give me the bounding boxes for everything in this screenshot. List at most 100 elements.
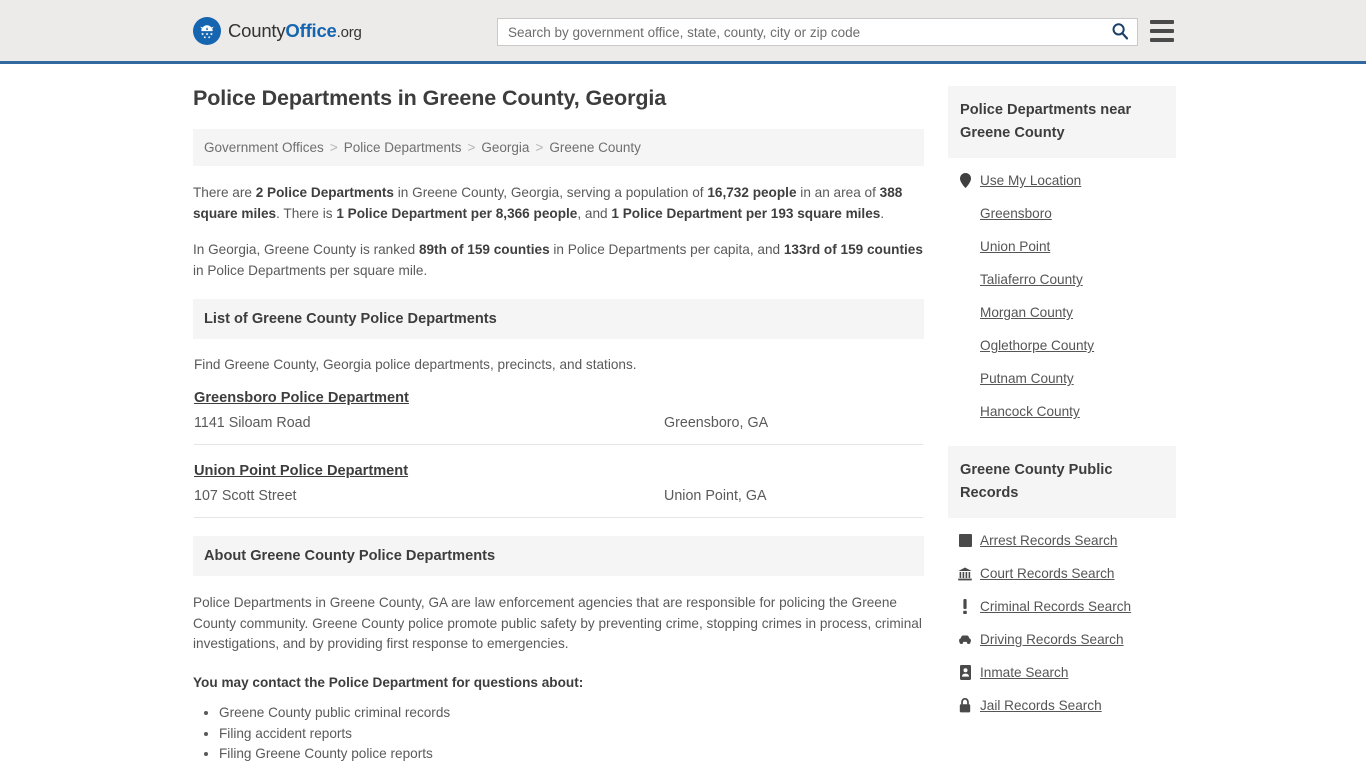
site-header: CountyOffice.org [0,0,1366,64]
breadcrumb-separator: > [329,140,338,155]
about-bullet-list: Greene County public criminal recordsFil… [193,703,924,768]
intro-p2-seg-3: in Police Departments per capita, and [549,242,784,257]
nearby-department-item[interactable]: Oglethorpe County [948,329,1176,362]
breadcrumb-item-2[interactable]: Police Departments [344,140,462,155]
intro-p1-seg-8: 1 Police Department per 8,366 people [336,205,578,221]
eagle-seal-icon [193,16,221,45]
intro-statistics: There are 2 Police Departments in Greene… [193,183,924,281]
nearby-department-link[interactable]: Union Point [980,239,1050,254]
nearby-department-link[interactable]: Taliaferro County [980,272,1083,287]
hamburger-bar-1 [1150,20,1174,24]
map-pin-icon [958,173,972,188]
police-department-link[interactable]: Greensboro Police Department [194,390,409,406]
intro-p1-seg-11: . [880,205,885,221]
intro-p2-seg-5: in Police Departments per square mile. [193,262,428,278]
nearby-department-link[interactable]: Morgan County [980,305,1073,320]
listing-city-state: Union Point, GA [664,488,767,504]
intro-p2-seg-1: In Georgia, Greene County is ranked [193,242,419,257]
search-icon [1111,22,1129,43]
nearby-department-item[interactable]: Union Point [948,230,1176,263]
public-record-link[interactable]: Inmate Search [980,665,1068,680]
page-title: Police Departments in Greene County, Geo… [193,86,667,110]
search-button[interactable] [1103,19,1137,45]
public-record-item[interactable]: Inmate Search [948,656,1176,689]
list-section-heading: List of Greene County Police Departments [193,299,924,339]
intro-p1-seg-5: in an area of [796,185,880,200]
about-bullet-item: Greene County public criminal records [219,703,924,724]
public-record-link[interactable]: Jail Records Search [980,698,1102,713]
nearby-departments-list: Use My Location Greensboro Union Point Tali… [948,158,1176,428]
public-record-item[interactable]: Arrest Records Search [948,524,1176,557]
id-card-icon [958,665,972,680]
listing-city-state: Greensboro, GA [664,415,769,431]
about-bullet-item: Filing accident reports [219,724,924,745]
hamburger-menu-icon[interactable] [1150,20,1174,42]
site-logo[interactable]: CountyOffice.org [193,16,362,45]
about-section-body: Police Departments in Greene County, GA … [193,593,924,768]
nearby-department-link[interactable]: Use My Location [980,173,1081,188]
breadcrumb-separator: > [535,140,544,155]
nearby-department-item[interactable]: Hancock County [948,395,1176,428]
sidebar: Police Departments near Greene County Us… [948,86,1176,768]
listing-details: 1141 Siloam Road Greensboro, GA [194,415,923,431]
listing-address: 1141 Siloam Road [194,415,311,431]
car-icon [958,634,972,645]
public-record-link[interactable]: Driving Records Search [980,632,1124,647]
about-question: You may contact the Police Department fo… [193,674,584,690]
nearby-department-link[interactable]: Greensboro [980,206,1052,221]
nearby-department-link[interactable]: Putnam County [980,371,1074,386]
breadcrumb-item-1[interactable]: Government Offices [204,140,324,155]
nearby-department-item[interactable]: Putnam County [948,362,1176,395]
logo-wordmark: CountyOffice.org [228,20,362,42]
logo-text-office: Office [285,19,337,41]
intro-paragraph-2: In Georgia, Greene County is ranked 89th… [193,240,924,281]
about-bullet-item: 911 emergencies and first responders [219,765,924,768]
public-record-item[interactable]: Criminal Records Search [948,590,1176,623]
public-record-item[interactable]: Driving Records Search [948,623,1176,656]
breadcrumb-item-3[interactable]: Georgia [481,140,529,155]
breadcrumb-item-4[interactable]: Greene County [549,140,641,155]
logo-text-county: County [228,19,286,41]
listing-details: 107 Scott Street Union Point, GA [194,488,923,504]
nearby-department-link[interactable]: Oglethorpe County [980,338,1094,353]
listing-address: 107 Scott Street [194,488,297,504]
public-records-heading: Greene County Public Records [948,446,1176,518]
nearby-department-item[interactable]: Use My Location [948,164,1176,197]
nearby-department-item[interactable]: Taliaferro County [948,263,1176,296]
nearby-departments-panel: Police Departments near Greene County Us… [948,86,1176,428]
lock-icon [958,698,972,713]
public-record-item[interactable]: Jail Records Search [948,689,1176,722]
intro-p1-seg-10: 1 Police Department per 193 square miles [611,205,881,221]
courthouse-icon [958,567,972,581]
list-section-lead: Find Greene County, Georgia police depar… [194,357,637,372]
intro-p1-seg-3: in Greene County, Georgia, serving a pop… [393,185,708,200]
police-department-listing: Greensboro Police Department 1141 Siloam … [194,372,923,445]
breadcrumb-separator: > [467,140,476,155]
hamburger-bar-2 [1150,29,1174,33]
intro-p1-seg-1: There are [193,185,256,200]
list-section-body: Find Greene County, Georgia police depar… [193,357,924,518]
search-input[interactable] [498,19,1103,45]
intro-p1-seg-4: 16,732 people [707,185,797,200]
police-department-listing: Union Point Police Department 107 Scott S… [194,445,923,518]
nearby-department-link[interactable]: Hancock County [980,404,1080,419]
nearby-department-item[interactable]: Greensboro [948,197,1176,230]
intro-paragraph-1: There are 2 Police Departments in Greene… [193,183,924,224]
police-department-link[interactable]: Union Point Police Department [194,463,408,479]
public-record-item[interactable]: Court Records Search [948,557,1176,590]
breadcrumb: Government Offices > Police Departments > Ge… [193,129,924,166]
about-section-heading: About Greene County Police Departments [193,536,924,576]
public-records-list: Arrest Records Search Court Records Searc… [948,518,1176,722]
intro-p1-seg-7: . There is [276,205,337,221]
nearby-department-item[interactable]: Morgan County [948,296,1176,329]
public-record-link[interactable]: Arrest Records Search [980,533,1118,548]
intro-p2-seg-4: 133rd of 159 counties [783,242,923,257]
hamburger-bar-3 [1150,38,1174,42]
public-record-link[interactable]: Criminal Records Search [980,599,1131,614]
about-bullet-item: Filing Greene County police reports [219,744,924,765]
main-content: Police Departments in Greene County, Geo… [193,86,924,768]
public-record-link[interactable]: Court Records Search [980,566,1114,581]
exclamation-icon [958,599,972,614]
search-bar [497,18,1138,46]
police-department-list: Greensboro Police Department 1141 Siloam … [194,372,923,518]
